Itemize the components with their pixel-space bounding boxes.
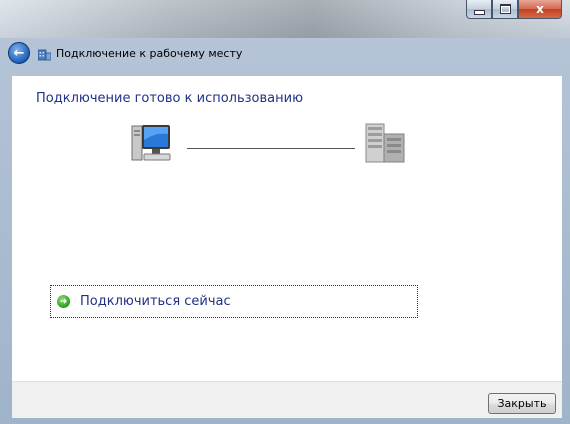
window-controls: x: [466, 0, 562, 20]
computer-icon: [130, 122, 174, 170]
wizard-window: x ← Подключение к рабочему месту Подключ…: [0, 0, 570, 424]
workplace-connection-icon: [37, 46, 52, 61]
close-window-button[interactable]: x: [518, 0, 562, 19]
close-icon: x: [536, 2, 544, 16]
green-arrow-icon: ➜: [57, 295, 70, 308]
maximize-button[interactable]: [492, 0, 518, 19]
content-area: Подключение готово к использованию ➜ Под…: [12, 76, 562, 381]
back-arrow-icon: ←: [13, 45, 25, 61]
connection-line: [187, 148, 355, 149]
close-button[interactable]: Закрыть: [488, 393, 556, 414]
title-bar[interactable]: x: [0, 0, 570, 38]
minimize-button[interactable]: [466, 0, 492, 19]
connect-now-link[interactable]: ➜ Подключиться сейчас: [50, 285, 418, 318]
footer-bar: Закрыть: [12, 381, 562, 418]
minimize-icon: [473, 9, 485, 15]
server-icon: [364, 122, 410, 170]
connect-now-label: Подключиться сейчас: [80, 294, 231, 309]
page-heading: Подключение готово к использованию: [36, 91, 304, 106]
navigation-row: ← Подключение к рабочему месту: [8, 40, 242, 66]
window-frame-left: [0, 38, 12, 424]
maximize-icon: [499, 4, 511, 14]
window-title: Подключение к рабочему месту: [56, 46, 243, 60]
